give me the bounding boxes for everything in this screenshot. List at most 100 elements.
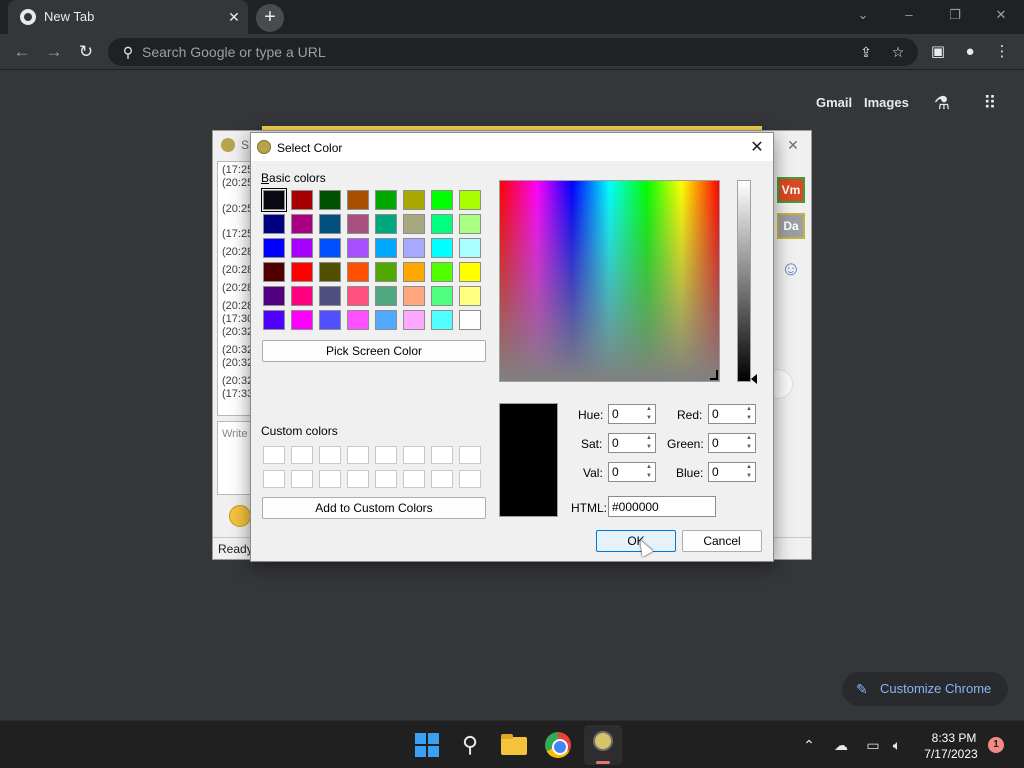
custom-color-slot[interactable] bbox=[403, 446, 425, 464]
da-badge[interactable]: Da bbox=[777, 213, 805, 239]
taskbar-search-icon[interactable]: ⚲ bbox=[454, 729, 486, 761]
spin-down-icon[interactable]: ▼ bbox=[643, 472, 655, 481]
gmail-link[interactable]: Gmail bbox=[816, 95, 852, 110]
spin-up-icon[interactable]: ▲ bbox=[643, 405, 655, 414]
reload-icon[interactable]: ↻ bbox=[72, 38, 100, 66]
restore-icon[interactable]: ❐ bbox=[940, 4, 970, 26]
network-icon[interactable]: ▭ bbox=[862, 733, 884, 757]
green-input[interactable] bbox=[712, 436, 740, 450]
sat-stepper[interactable]: ▲ ▼ bbox=[608, 433, 656, 453]
basic-color-swatch[interactable] bbox=[291, 238, 313, 258]
omnibox-input[interactable] bbox=[142, 42, 842, 62]
basic-color-swatch[interactable] bbox=[403, 238, 425, 258]
custom-color-slot[interactable] bbox=[263, 446, 285, 464]
custom-color-slot[interactable] bbox=[319, 470, 341, 488]
basic-color-swatch[interactable] bbox=[263, 262, 285, 282]
basic-color-swatch[interactable] bbox=[431, 310, 453, 330]
bookmark-star-icon[interactable]: ☆ bbox=[888, 42, 908, 62]
basic-color-swatch[interactable] bbox=[375, 310, 397, 330]
basic-color-swatch[interactable] bbox=[459, 286, 481, 306]
omnibox[interactable]: ⚲ ⇪ ☆ bbox=[108, 38, 918, 66]
custom-color-slot[interactable] bbox=[459, 446, 481, 464]
custom-color-slot[interactable] bbox=[263, 470, 285, 488]
basic-color-swatch[interactable] bbox=[291, 310, 313, 330]
pick-screen-color-button[interactable]: Pick Screen Color bbox=[262, 340, 486, 362]
basic-color-swatch[interactable] bbox=[459, 310, 481, 330]
basic-color-swatch[interactable] bbox=[403, 262, 425, 282]
basic-color-swatch[interactable] bbox=[431, 238, 453, 258]
chat-app-taskbar-button[interactable] bbox=[584, 725, 622, 765]
add-to-custom-colors-button[interactable]: Add to Custom Colors bbox=[262, 497, 486, 519]
basic-color-swatch[interactable] bbox=[403, 286, 425, 306]
basic-color-swatch[interactable] bbox=[319, 286, 341, 306]
basic-color-swatch[interactable] bbox=[347, 190, 369, 210]
basic-color-swatch[interactable] bbox=[459, 214, 481, 234]
spin-down-icon[interactable]: ▼ bbox=[643, 414, 655, 423]
luminance-slider[interactable] bbox=[737, 180, 751, 382]
spin-up-icon[interactable]: ▲ bbox=[743, 463, 755, 472]
blue-input[interactable] bbox=[712, 465, 740, 479]
close-window-icon[interactable]: ✕ bbox=[986, 4, 1016, 26]
basic-color-swatch[interactable] bbox=[319, 262, 341, 282]
minimize-icon[interactable]: – bbox=[894, 4, 924, 26]
new-tab-button[interactable]: + bbox=[256, 4, 284, 32]
basic-color-swatch[interactable] bbox=[347, 262, 369, 282]
windows-start-icon[interactable] bbox=[411, 729, 443, 761]
val-input[interactable] bbox=[612, 465, 640, 479]
basic-color-swatch[interactable] bbox=[263, 286, 285, 306]
basic-color-swatch[interactable] bbox=[291, 286, 313, 306]
basic-color-swatch[interactable] bbox=[459, 190, 481, 210]
val-stepper[interactable]: ▲ ▼ bbox=[608, 462, 656, 482]
basic-color-swatch[interactable] bbox=[403, 190, 425, 210]
html-hex-field[interactable] bbox=[608, 496, 716, 517]
basic-color-swatch[interactable] bbox=[263, 214, 285, 234]
notification-badge[interactable]: 1 bbox=[988, 737, 1004, 753]
basic-color-swatch[interactable] bbox=[375, 286, 397, 306]
tab-close-icon[interactable]: ✕ bbox=[224, 7, 244, 27]
chat-close-icon[interactable]: ✕ bbox=[783, 135, 803, 155]
green-stepper[interactable]: ▲ ▼ bbox=[708, 433, 756, 453]
basic-color-swatch[interactable] bbox=[431, 286, 453, 306]
basic-color-swatch[interactable] bbox=[431, 262, 453, 282]
tray-chevron-icon[interactable]: ⌃ bbox=[798, 733, 820, 757]
spin-down-icon[interactable]: ▼ bbox=[743, 443, 755, 452]
basic-color-swatch[interactable] bbox=[375, 262, 397, 282]
custom-color-slot[interactable] bbox=[319, 446, 341, 464]
custom-color-slot[interactable] bbox=[459, 470, 481, 488]
cancel-button[interactable]: Cancel bbox=[682, 530, 762, 552]
vm-badge[interactable]: Vm bbox=[777, 177, 805, 203]
basic-color-swatch[interactable] bbox=[375, 238, 397, 258]
custom-color-slot[interactable] bbox=[403, 470, 425, 488]
spin-down-icon[interactable]: ▼ bbox=[743, 414, 755, 423]
basic-color-swatch[interactable] bbox=[319, 310, 341, 330]
labs-flask-icon[interactable]: ⚗ bbox=[930, 92, 954, 114]
custom-color-slot[interactable] bbox=[375, 446, 397, 464]
hue-stepper[interactable]: ▲ ▼ bbox=[608, 404, 656, 424]
file-explorer-icon[interactable] bbox=[498, 729, 530, 761]
clock-date[interactable]: 7/17/2023 bbox=[918, 747, 984, 761]
basic-color-swatch[interactable] bbox=[403, 214, 425, 234]
basic-color-swatch[interactable] bbox=[347, 214, 369, 234]
back-icon[interactable]: ← bbox=[8, 38, 36, 66]
custom-color-slot[interactable] bbox=[431, 446, 453, 464]
basic-color-swatch[interactable] bbox=[319, 214, 341, 234]
users-icon[interactable]: ☺ bbox=[777, 255, 805, 283]
color-spectrum[interactable] bbox=[499, 180, 720, 382]
profile-icon[interactable]: ● bbox=[956, 38, 984, 66]
apps-grid-icon[interactable]: ⠿ bbox=[978, 92, 1002, 114]
menu-kebab-icon[interactable]: ⋮ bbox=[988, 38, 1016, 66]
custom-color-slot[interactable] bbox=[375, 470, 397, 488]
html-hex-input[interactable] bbox=[612, 500, 712, 514]
chrome-taskbar-icon[interactable] bbox=[542, 729, 574, 761]
dialog-close-icon[interactable]: ✕ bbox=[745, 137, 769, 159]
tab-new-tab[interactable]: New Tab ✕ bbox=[8, 0, 248, 34]
spectrum-crosshair[interactable] bbox=[710, 370, 718, 380]
spin-down-icon[interactable]: ▼ bbox=[643, 443, 655, 452]
tab-search-icon[interactable]: ⌄ bbox=[848, 4, 878, 26]
custom-color-slot[interactable] bbox=[291, 446, 313, 464]
basic-color-swatch[interactable] bbox=[403, 310, 425, 330]
red-stepper[interactable]: ▲ ▼ bbox=[708, 404, 756, 424]
blue-stepper[interactable]: ▲ ▼ bbox=[708, 462, 756, 482]
basic-color-swatch[interactable] bbox=[459, 238, 481, 258]
basic-color-swatch[interactable] bbox=[375, 214, 397, 234]
